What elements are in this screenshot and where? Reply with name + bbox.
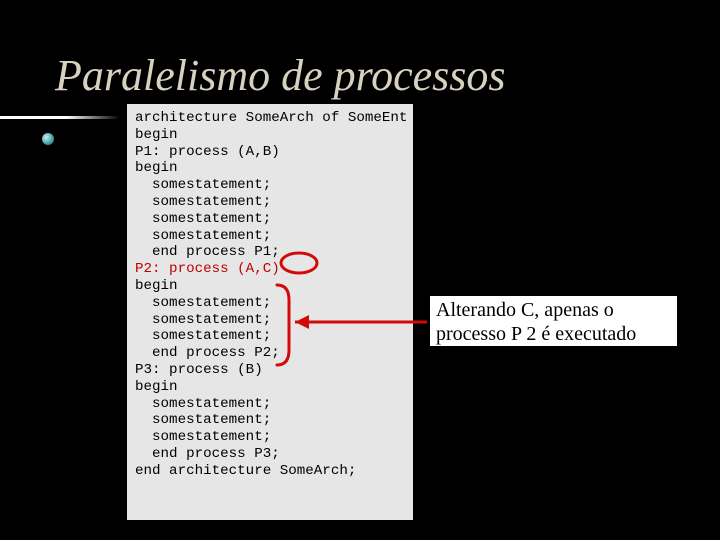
title-underline [0, 116, 120, 119]
code-p2-line: P2: process (A,C) [135, 261, 280, 277]
slide: Paralelismo de processos architecture So… [0, 0, 720, 540]
callout-line-2: processo P 2 é executado [436, 323, 636, 345]
callout-line-1: Alterando C, apenas o [436, 299, 614, 321]
callout-box: Alterando C, apenas o processo P 2 é exe… [430, 296, 677, 346]
code-post: begin somestatement; somestatement; some… [135, 278, 356, 479]
slide-title: Paralelismo de processos [55, 50, 506, 101]
code-pre: architecture SomeArch of SomeEnt is begi… [135, 110, 433, 260]
code-block: architecture SomeArch of SomeEnt is begi… [127, 104, 413, 520]
bullet-dot [42, 133, 54, 145]
